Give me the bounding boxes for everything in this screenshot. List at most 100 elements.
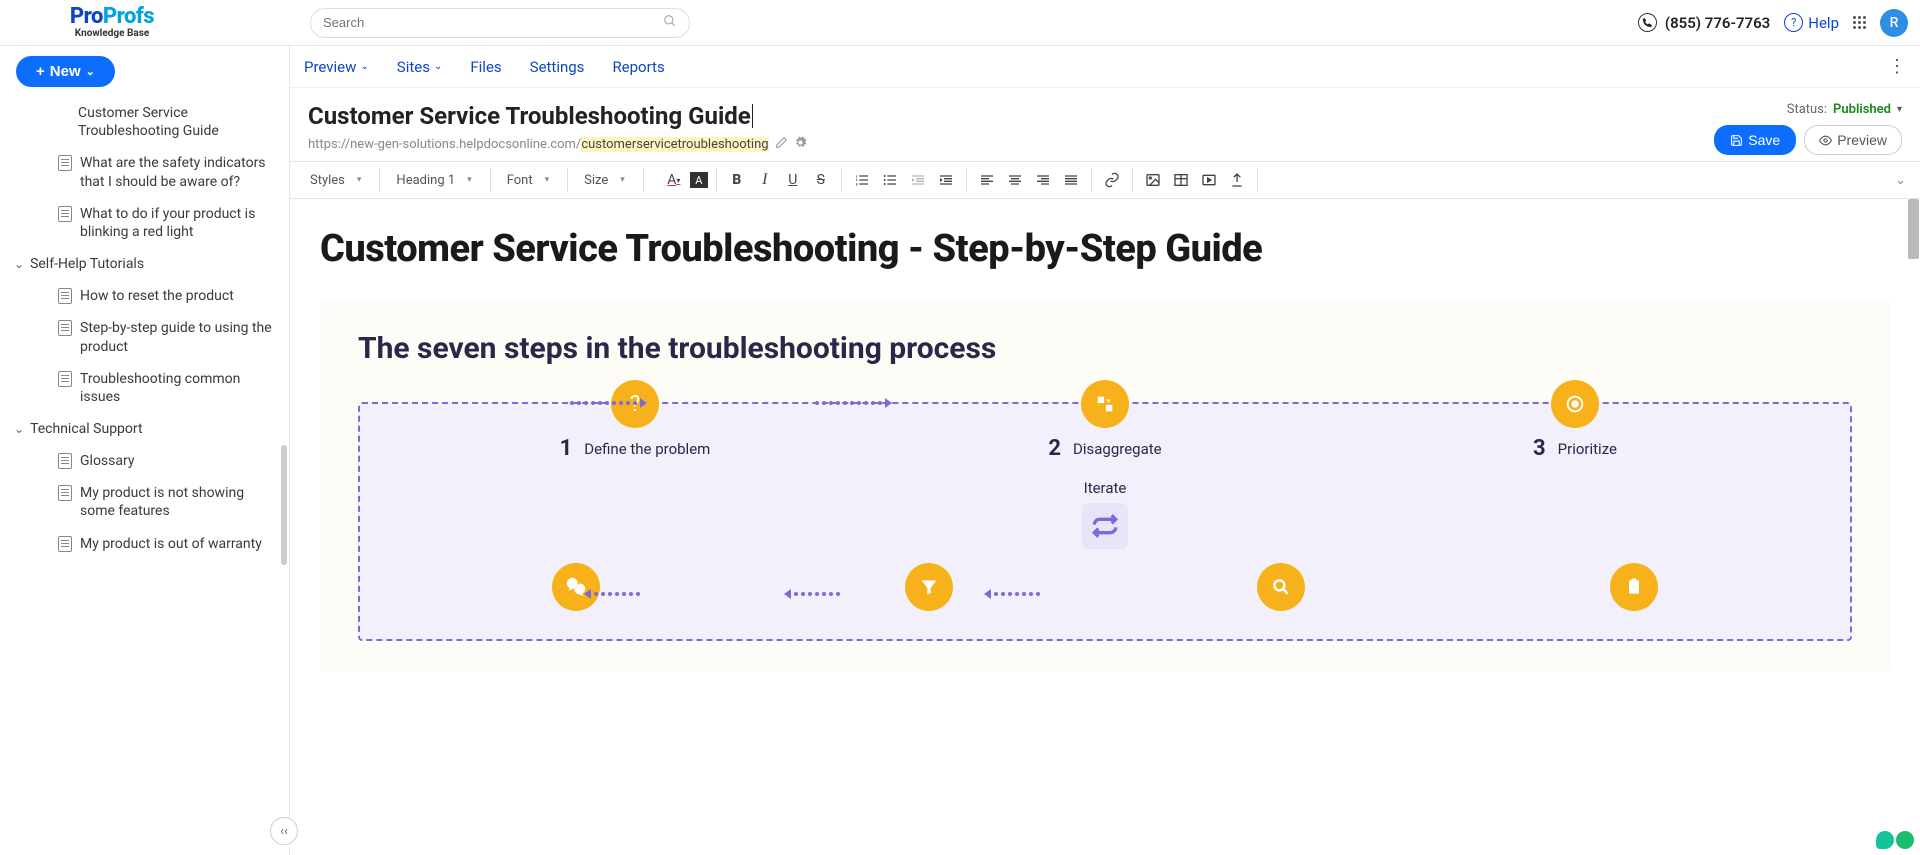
scrollbar-thumb[interactable]: [1908, 199, 1919, 259]
bg-color-icon[interactable]: A: [690, 172, 708, 188]
search-input[interactable]: [323, 15, 663, 30]
tree-item[interactable]: How to reset the product: [0, 280, 289, 312]
save-label: Save: [1748, 132, 1780, 148]
text-color-icon[interactable]: A▾: [662, 169, 686, 191]
indent-icon[interactable]: [934, 169, 958, 191]
link-icon[interactable]: [1100, 169, 1124, 191]
italic-icon[interactable]: I: [753, 169, 777, 191]
logo[interactable]: ProProfs Knowledge Base: [0, 6, 200, 39]
underline-icon[interactable]: U: [781, 169, 805, 191]
tree-item[interactable]: Customer Service Troubleshooting Guide: [0, 97, 289, 147]
disaggregate-icon: [1081, 380, 1129, 428]
document-heading[interactable]: Customer Service Troubleshooting - Step-…: [320, 227, 1890, 271]
eye-icon: [1819, 134, 1832, 147]
tree-item[interactable]: Glossary: [0, 445, 289, 477]
filter-icon: [905, 563, 953, 611]
tree-folder[interactable]: ⌄Technical Support: [0, 413, 289, 445]
apps-icon[interactable]: [1853, 16, 1866, 29]
bullet-list-icon[interactable]: [878, 169, 902, 191]
expand-toolbar-icon[interactable]: ⌄: [1895, 173, 1906, 188]
tree-item-label: Troubleshooting common issues: [80, 370, 275, 406]
numbered-list-icon[interactable]: [850, 169, 874, 191]
search-box[interactable]: [310, 8, 690, 38]
document-icon: [58, 536, 72, 552]
title-row: Customer Service Troubleshooting Guide h…: [290, 88, 1920, 161]
menu-sites[interactable]: Sites ⌄: [397, 58, 443, 76]
flow-step: 2Disaggregate: [1015, 424, 1195, 461]
plus-icon: +: [36, 63, 45, 80]
scrollbar-thumb[interactable]: [281, 445, 287, 565]
target-icon: [1551, 380, 1599, 428]
more-menu-icon[interactable]: ⋮: [1888, 56, 1906, 77]
url-slug[interactable]: customerservicetroubleshooting: [581, 137, 768, 152]
arrow-icon: [570, 398, 730, 408]
chevron-down-icon: ⌄: [86, 65, 95, 78]
outdent-icon[interactable]: [906, 169, 930, 191]
arrow-icon: [920, 589, 1040, 599]
document-icon: [58, 288, 72, 304]
loop-icon: [1082, 503, 1128, 549]
edit-icon[interactable]: [775, 136, 788, 153]
editor-body[interactable]: Customer Service Troubleshooting - Step-…: [290, 199, 1920, 855]
arrow-icon: [815, 398, 975, 408]
toolbar-size-select[interactable]: Size▾: [578, 168, 644, 192]
arrow-icon: [720, 589, 840, 599]
collapse-sidebar-button[interactable]: ‹‹: [270, 817, 298, 845]
table-icon[interactable]: [1169, 169, 1193, 191]
status-label: Status:: [1787, 102, 1827, 117]
menu-preview[interactable]: Preview ⌄: [304, 58, 369, 76]
menu-files[interactable]: Files: [470, 58, 501, 76]
image-icon[interactable]: [1141, 169, 1165, 191]
top-bar: ProProfs Knowledge Base (855) 776-7763 ?…: [0, 0, 1920, 46]
toolbar-font-select[interactable]: Font▾: [501, 168, 568, 192]
document-icon: [58, 453, 72, 469]
flow-step: [1191, 563, 1371, 619]
video-icon[interactable]: [1197, 169, 1221, 191]
gear-icon[interactable]: [794, 136, 807, 153]
avatar[interactable]: R: [1880, 9, 1908, 37]
preview-button[interactable]: Preview: [1804, 125, 1902, 155]
nav-tree[interactable]: Customer Service Troubleshooting Guide W…: [0, 95, 289, 855]
menu-settings[interactable]: Settings: [530, 58, 585, 76]
flow-step: ? 1Define the problem: [545, 424, 725, 461]
tree-item-label: What to do if your product is blinking a…: [80, 205, 275, 241]
help-link[interactable]: ? Help: [1784, 13, 1839, 32]
tree-folder[interactable]: ⌄Self-Help Tutorials: [0, 248, 289, 280]
menu-reports[interactable]: Reports: [612, 58, 664, 76]
toolbar-styles-select[interactable]: Styles▾: [304, 168, 380, 192]
document-icon: [58, 320, 72, 336]
step-number: 1: [560, 436, 573, 461]
tree-item[interactable]: Step-by-step guide to using the product: [0, 312, 289, 362]
new-button[interactable]: + New ⌄: [16, 56, 115, 87]
tree-item[interactable]: My product is not showing some features: [0, 477, 289, 527]
page-url: https://new-gen-solutions.helpdocsonline…: [308, 136, 1682, 153]
page-title[interactable]: Customer Service Troubleshooting Guide: [308, 102, 751, 130]
chat-icon: [552, 563, 600, 611]
tree-item-label: Glossary: [80, 452, 134, 470]
align-center-icon[interactable]: [1003, 169, 1027, 191]
menu-bar: Preview ⌄ Sites ⌄ Files Settings Reports…: [290, 46, 1920, 88]
floating-badges[interactable]: [1876, 831, 1914, 849]
flow-step: 3Prioritize: [1485, 424, 1665, 461]
tree-item-label: Step-by-step guide to using the product: [80, 319, 275, 355]
upload-icon[interactable]: [1225, 169, 1249, 191]
status[interactable]: Status: Published ▾: [1787, 102, 1902, 117]
editor-toolbar: Styles▾ Heading 1▾ Font▾ Size▾ A▾ A B I …: [290, 161, 1920, 199]
toolbar-heading-select[interactable]: Heading 1▾: [390, 168, 490, 192]
phone[interactable]: (855) 776-7763: [1638, 13, 1770, 32]
url-prefix: https://new-gen-solutions.helpdocsonline…: [308, 137, 581, 152]
tree-item[interactable]: What are the safety indicators that I sh…: [0, 147, 289, 197]
align-justify-icon[interactable]: [1059, 169, 1083, 191]
align-left-icon[interactable]: [975, 169, 999, 191]
tree-item[interactable]: My product is out of warranty: [0, 528, 289, 560]
save-button[interactable]: Save: [1714, 125, 1796, 155]
tree-item[interactable]: Troubleshooting common issues: [0, 363, 289, 413]
tree-item[interactable]: What to do if your product is blinking a…: [0, 198, 289, 248]
align-right-icon[interactable]: [1031, 169, 1055, 191]
diagram-flow: ? 1Define the problem 2Disaggregate 3Pri…: [358, 402, 1852, 641]
sidebar: + New ⌄ Customer Service Troubleshooting…: [0, 46, 290, 855]
step-text: Define the problem: [584, 440, 710, 458]
content-column: Preview ⌄ Sites ⌄ Files Settings Reports…: [290, 46, 1920, 855]
bold-icon[interactable]: B: [725, 169, 749, 191]
strikethrough-icon[interactable]: S: [809, 169, 833, 191]
